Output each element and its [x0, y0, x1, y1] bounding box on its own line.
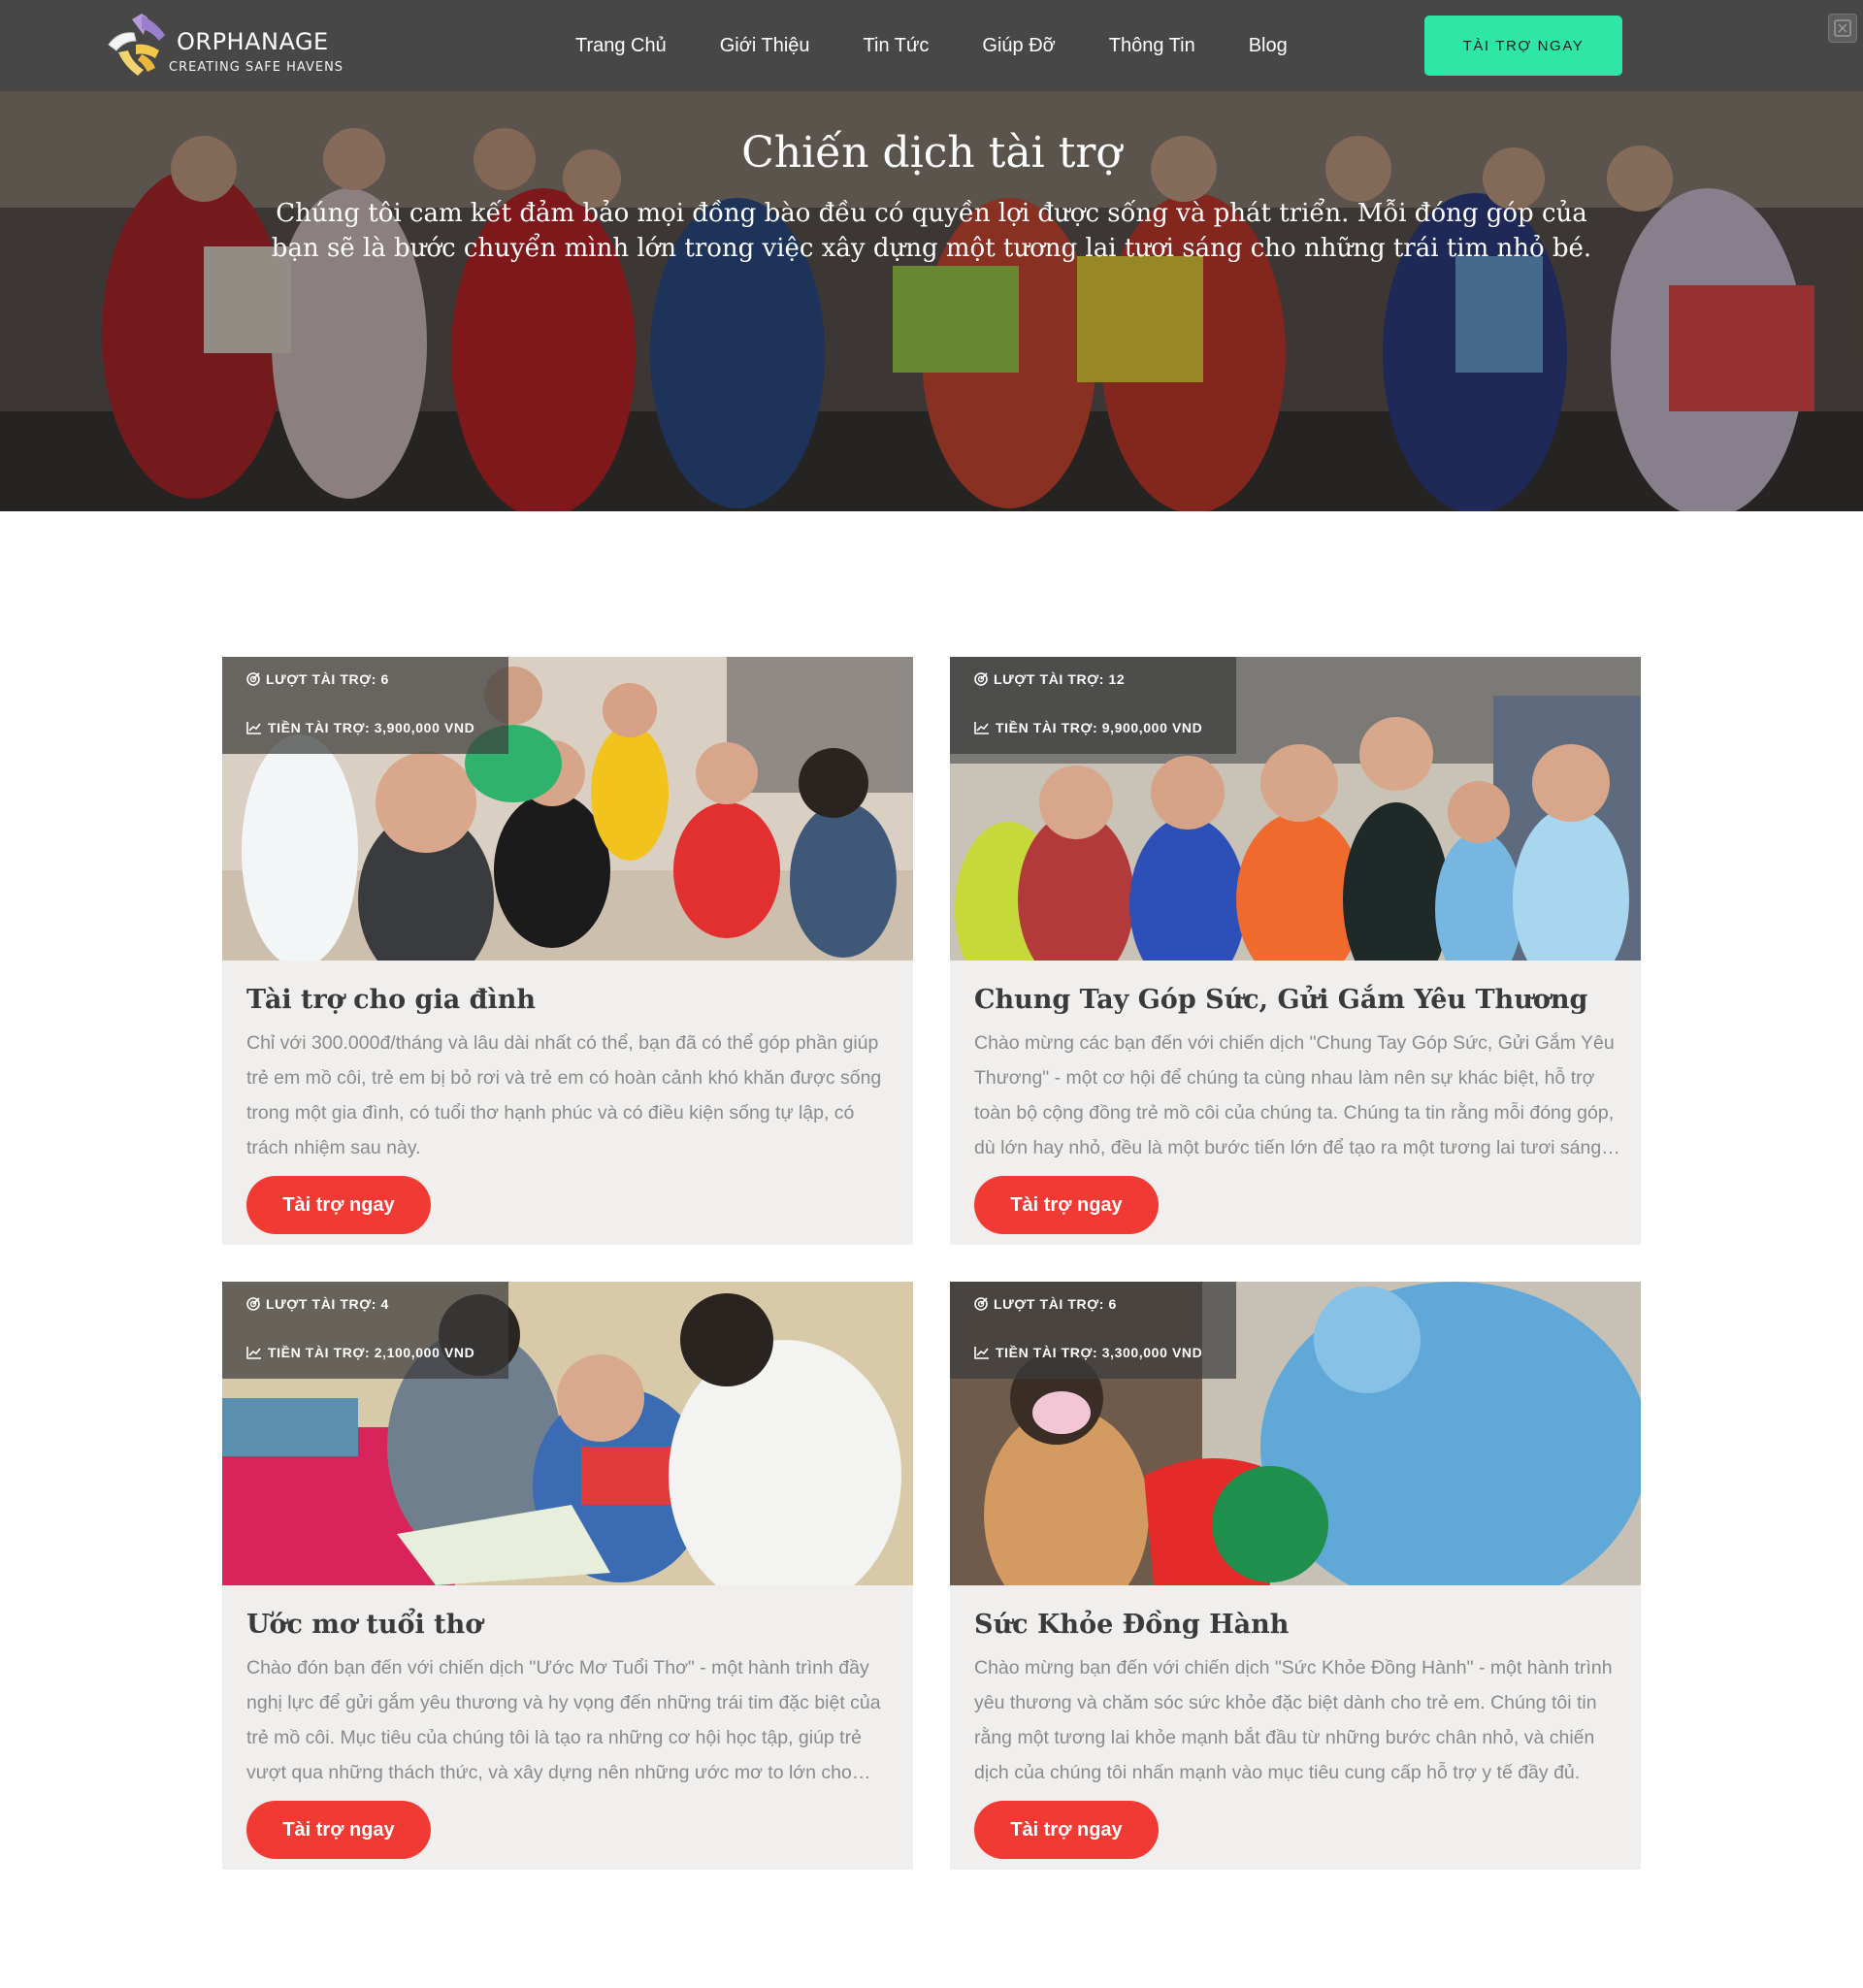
campaign-stats-badge: LƯỢT TÀI TRỢ: 6 TIỀN TÀI TRỢ: 3,900,000 … — [222, 657, 508, 754]
donation-count: LƯỢT TÀI TRỢ: 12 — [994, 671, 1126, 687]
donate-button[interactable]: Tài trợ ngay — [246, 1176, 431, 1234]
chart-line-icon — [974, 722, 989, 734]
donation-count: LƯỢT TÀI TRỢ: 6 — [266, 671, 389, 687]
nav-item-news[interactable]: Tin Tức — [864, 35, 930, 57]
hands-logo-icon — [108, 14, 165, 76]
donate-now-button[interactable]: TÀI TRỢ NGAY — [1424, 16, 1622, 76]
campaign-card: LƯỢT TÀI TRỢ: 4 TIỀN TÀI TRỢ: 2,100,000 … — [222, 1282, 913, 1870]
target-icon — [246, 672, 260, 686]
page-title: Chiến dịch tài trợ — [741, 128, 1122, 178]
campaign-stats-badge: LƯỢT TÀI TRỢ: 4 TIỀN TÀI TRỢ: 2,100,000 … — [222, 1282, 508, 1379]
target-icon — [246, 1297, 260, 1311]
logo-title: ORPHANAGE — [177, 28, 329, 55]
campaign-description: Chào mừng bạn đến với chiến dịch "Sức Kh… — [974, 1657, 1613, 1783]
nav-item-home[interactable]: Trang Chủ — [575, 35, 667, 57]
donate-button[interactable]: Tài trợ ngay — [974, 1801, 1159, 1859]
donation-amount: TIỀN TÀI TRỢ: 2,100,000 VND — [268, 1345, 475, 1360]
chart-line-icon — [974, 1347, 989, 1359]
donation-amount: TIỀN TÀI TRỢ: 9,900,000 VND — [996, 720, 1203, 735]
donation-count: LƯỢT TÀI TRỢ: 6 — [994, 1296, 1117, 1312]
campaign-card: LƯỢT TÀI TRỢ: 12 TIỀN TÀI TRỢ: 9,900,000… — [950, 657, 1641, 1245]
donate-button[interactable]: Tài trợ ngay — [974, 1176, 1159, 1234]
campaign-card: LƯỢT TÀI TRỢ: 6 TIỀN TÀI TRỢ: 3,900,000 … — [222, 657, 913, 1245]
campaign-title[interactable]: Tài trợ cho gia đình — [246, 985, 897, 1015]
main-nav: Trang Chủ Giới Thiệu Tin Tức Giúp Đỡ Thô… — [575, 0, 1341, 91]
logo-tagline: CREATING SAFE HAVENS — [169, 60, 344, 75]
campaign-description: Chào đón bạn đến với chiến dịch "Ước Mơ … — [246, 1657, 881, 1783]
campaign-card: LƯỢT TÀI TRỢ: 6 TIỀN TÀI TRỢ: 3,300,000 … — [950, 1282, 1641, 1870]
donation-count: LƯỢT TÀI TRỢ: 4 — [266, 1296, 389, 1312]
hero-description: Chúng tôi cam kết đảm bảo mọi đồng bào đ… — [271, 199, 1592, 263]
logo[interactable]: ORPHANAGE CREATING SAFE HAVENS — [103, 12, 355, 81]
campaign-description: Chỉ với 300.000đ/tháng và lâu dài nhất c… — [246, 1032, 882, 1158]
site-header: ORPHANAGE CREATING SAFE HAVENS Trang Chủ… — [0, 0, 1863, 91]
target-icon — [974, 672, 988, 686]
donation-amount: TIỀN TÀI TRỢ: 3,900,000 VND — [268, 720, 475, 735]
campaign-title[interactable]: Ước mơ tuổi thơ — [246, 1610, 897, 1640]
campaign-stats-badge: LƯỢT TÀI TRỢ: 6 TIỀN TÀI TRỢ: 3,300,000 … — [950, 1282, 1236, 1379]
campaign-stats-badge: LƯỢT TÀI TRỢ: 12 TIỀN TÀI TRỢ: 9,900,000… — [950, 657, 1236, 754]
campaign-title[interactable]: Chung Tay Góp Sức, Gửi Gắm Yêu Thương — [974, 985, 1624, 1015]
donate-button[interactable]: Tài trợ ngay — [246, 1801, 431, 1859]
nav-item-blog[interactable]: Blog — [1249, 35, 1288, 57]
chart-line-icon — [246, 1347, 261, 1359]
nav-item-about[interactable]: Giới Thiệu — [720, 35, 810, 57]
campaign-title[interactable]: Sức Khỏe Đồng Hành — [974, 1610, 1624, 1640]
chart-line-icon — [246, 722, 261, 734]
target-icon — [974, 1297, 988, 1311]
donation-amount: TIỀN TÀI TRỢ: 3,300,000 VND — [996, 1345, 1203, 1360]
expand-icon[interactable] — [1828, 14, 1857, 43]
nav-item-info[interactable]: Thông Tin — [1109, 35, 1195, 57]
nav-item-help[interactable]: Giúp Đỡ — [982, 35, 1055, 57]
hero-banner: Chiến dịch tài trợ Chúng tôi cam kết đảm… — [0, 91, 1863, 511]
campaign-description: Chào mừng các bạn đến với chiến dịch "Ch… — [974, 1032, 1615, 1158]
